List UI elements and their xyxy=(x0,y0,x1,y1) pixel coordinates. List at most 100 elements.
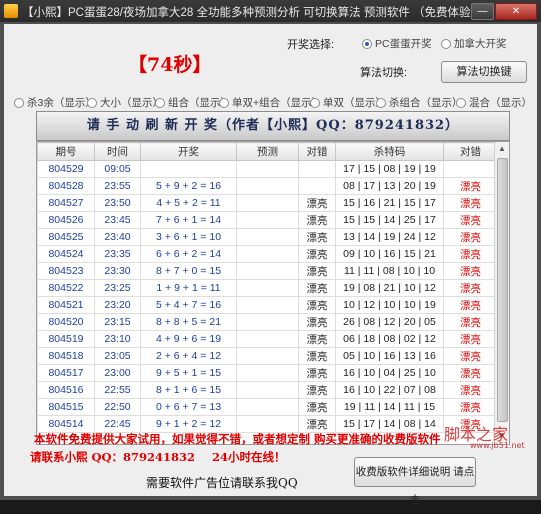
col-header[interactable]: 对错 xyxy=(298,142,336,161)
table-cell xyxy=(236,381,299,399)
table-cell: 漂亮 xyxy=(298,398,336,416)
table-cell xyxy=(236,228,299,246)
table-cell: 漂亮 xyxy=(298,228,336,246)
table-cell: 漂亮 xyxy=(443,194,498,212)
table-row[interactable]: 804526 23:45 7 + 6 + 1 = 14 漂亮 15 | 15 | 14 … xyxy=(37,211,498,229)
app-icon xyxy=(4,4,18,18)
col-header[interactable]: 对错 xyxy=(443,142,498,161)
app-window: 【小熙】PC蛋蛋28/夜场加拿大28 全功能多种预测分析 可切换算法 预测软件 … xyxy=(0,0,541,506)
vertical-scrollbar[interactable]: ▲ ▼ xyxy=(494,142,509,444)
table-cell xyxy=(236,160,299,178)
option-label: 混合（显示） xyxy=(469,97,532,109)
table-row[interactable]: 804517 23:00 9 + 5 + 1 = 15 漂亮 16 | 10 | 04 … xyxy=(37,364,498,382)
table-cell: 9 + 5 + 1 = 15 xyxy=(140,364,237,382)
table-cell: 804519 xyxy=(37,330,95,348)
table-cell: 漂亮 xyxy=(443,347,498,365)
table-cell: 23:20 xyxy=(94,296,141,314)
table-cell xyxy=(236,330,299,348)
col-header[interactable]: 开奖 xyxy=(140,142,237,161)
title-bar[interactable]: 【小熙】PC蛋蛋28/夜场加拿大28 全功能多种预测分析 可切换算法 预测软件 … xyxy=(0,0,541,22)
radio-canada-label: 加拿大开奖 xyxy=(454,38,507,50)
table-cell: 漂亮 xyxy=(443,313,498,331)
table-cell: 804514 xyxy=(37,415,95,433)
option-size[interactable]: 大小（显示） xyxy=(87,95,163,110)
table-cell: 漂亮 xyxy=(298,211,336,229)
table-cell xyxy=(443,160,498,178)
table-cell: 804526 xyxy=(37,211,95,229)
option-label: 杀组合（显示） xyxy=(389,97,463,109)
table-row[interactable]: 804519 23:10 4 + 9 + 6 = 19 漂亮 06 | 18 | 08 … xyxy=(37,330,498,348)
table-row[interactable]: 804522 23:25 1 + 9 + 1 = 11 漂亮 19 | 08 | 21 … xyxy=(37,279,498,297)
table-cell: 7 + 6 + 1 = 14 xyxy=(140,211,237,229)
table-cell xyxy=(140,160,237,178)
radio-pc-label: PC蛋蛋开奖 xyxy=(375,38,432,50)
table-row[interactable]: 804529 09:05 17 | 15 | 08 | 19 | 19 xyxy=(37,160,498,178)
table-row[interactable]: 804527 23:50 4 + 5 + 2 = 11 漂亮 15 | 16 | 21 … xyxy=(37,194,498,212)
table-cell: 23:55 xyxy=(94,177,141,195)
table-cell: 06 | 18 | 08 | 02 | 12 xyxy=(335,330,444,348)
radio-canada-draw[interactable]: 加拿大开奖 xyxy=(441,36,507,51)
table-cell: 漂亮 xyxy=(298,245,336,263)
table-cell: 漂亮 xyxy=(443,296,498,314)
close-button[interactable]: ✕ xyxy=(495,3,537,20)
window-title: 【小熙】PC蛋蛋28/夜场加拿大28 全功能多种预测分析 可切换算法 预测软件 … xyxy=(22,7,494,19)
radio-icon xyxy=(456,97,466,108)
scroll-thumb[interactable] xyxy=(497,158,508,422)
table-cell: 804518 xyxy=(37,347,95,365)
table-cell xyxy=(236,279,299,297)
table-cell: 23:50 xyxy=(94,194,141,212)
table-row[interactable]: 804518 23:05 2 + 6 + 4 = 12 漂亮 05 | 10 | 16 … xyxy=(37,347,498,365)
col-header[interactable]: 期号 xyxy=(37,142,95,161)
ad-notice: 需要软件广告位请联系我QQ xyxy=(146,476,298,490)
table-cell: 804520 xyxy=(37,313,95,331)
radio-icon xyxy=(14,97,24,108)
col-header[interactable]: 时间 xyxy=(94,142,141,161)
table-row[interactable]: 804515 22:50 0 + 6 + 7 = 13 漂亮 19 | 11 | 14 … xyxy=(37,398,498,416)
table-cell: 6 + 6 + 2 = 14 xyxy=(140,245,237,263)
paid-version-button[interactable]: 收费版软件详细说明 请点击 xyxy=(354,457,476,506)
minimize-button[interactable]: — xyxy=(471,3,494,20)
contact-qq: 请联系小熙 QQ：879241832 xyxy=(30,450,196,464)
table-cell: 804523 xyxy=(37,262,95,280)
option-label: 杀3余（显示） xyxy=(27,97,96,109)
table-cell: 2 + 6 + 4 = 12 xyxy=(140,347,237,365)
radio-pc-draw[interactable]: PC蛋蛋开奖 xyxy=(362,36,432,51)
table-row[interactable]: 804514 22:45 9 + 1 + 2 = 12 漂亮 15 | 17 | 14 … xyxy=(37,415,498,433)
table-cell: 3 + 6 + 1 = 10 xyxy=(140,228,237,246)
option-kill-combo[interactable]: 杀组合（显示） xyxy=(376,95,463,110)
table-cell: 8 + 8 + 5 = 21 xyxy=(140,313,237,331)
refresh-banner-button[interactable]: 请 手 动 刷 新 开 奖（作者【小熙】QQ：879241832） xyxy=(36,111,510,141)
option-oddeven-combo[interactable]: 单双+组合（显示） xyxy=(219,95,322,110)
col-header[interactable]: 预测 xyxy=(236,142,299,161)
scroll-up-icon[interactable]: ▲ xyxy=(495,142,509,156)
col-header[interactable]: 杀特码 xyxy=(335,142,444,161)
table-cell: 23:40 xyxy=(94,228,141,246)
table-cell: 16 | 10 | 22 | 07 | 08 xyxy=(335,381,444,399)
table-cell: 漂亮 xyxy=(443,330,498,348)
table-cell: 漂亮 xyxy=(443,364,498,382)
table-row[interactable]: 804516 22:55 8 + 1 + 6 = 15 漂亮 16 | 10 | 22 … xyxy=(37,381,498,399)
table-cell xyxy=(298,177,336,195)
table-cell: 23:25 xyxy=(94,279,141,297)
table-cell: 8 + 1 + 6 = 15 xyxy=(140,381,237,399)
table-row[interactable]: 804521 23:20 5 + 4 + 7 = 16 漂亮 10 | 12 | 10 … xyxy=(37,296,498,314)
table-row[interactable]: 804520 23:15 8 + 8 + 5 = 21 漂亮 26 | 08 | 12 … xyxy=(37,313,498,331)
algo-switch-button[interactable]: 算法切换键 xyxy=(441,61,527,83)
option-mixed[interactable]: 混合（显示） xyxy=(456,95,532,110)
table-row[interactable]: 804528 23:55 5 + 9 + 2 = 16 08 | 17 | 13 | … xyxy=(37,177,498,195)
online-notice: 24小时在线！ xyxy=(212,450,286,464)
table-cell: 漂亮 xyxy=(443,381,498,399)
table-cell: 804524 xyxy=(37,245,95,263)
table-row[interactable]: 804524 23:35 6 + 6 + 2 = 14 漂亮 09 | 10 | 16 … xyxy=(37,245,498,263)
table-cell: 22:55 xyxy=(94,381,141,399)
table-cell: 23:45 xyxy=(94,211,141,229)
option-oddeven[interactable]: 单双（显示） xyxy=(310,95,386,110)
table-cell xyxy=(236,211,299,229)
countdown-timer: 【74秒】 xyxy=(128,54,212,76)
table-row[interactable]: 804525 23:40 3 + 6 + 1 = 10 漂亮 13 | 14 | 19 … xyxy=(37,228,498,246)
table-row[interactable]: 804523 23:30 8 + 7 + 0 = 15 漂亮 11 | 11 | 08 … xyxy=(37,262,498,280)
table-cell: 804517 xyxy=(37,364,95,382)
table-cell: 漂亮 xyxy=(298,279,336,297)
table-cell: 09:05 xyxy=(94,160,141,178)
option-kill3[interactable]: 杀3余（显示） xyxy=(14,95,96,110)
